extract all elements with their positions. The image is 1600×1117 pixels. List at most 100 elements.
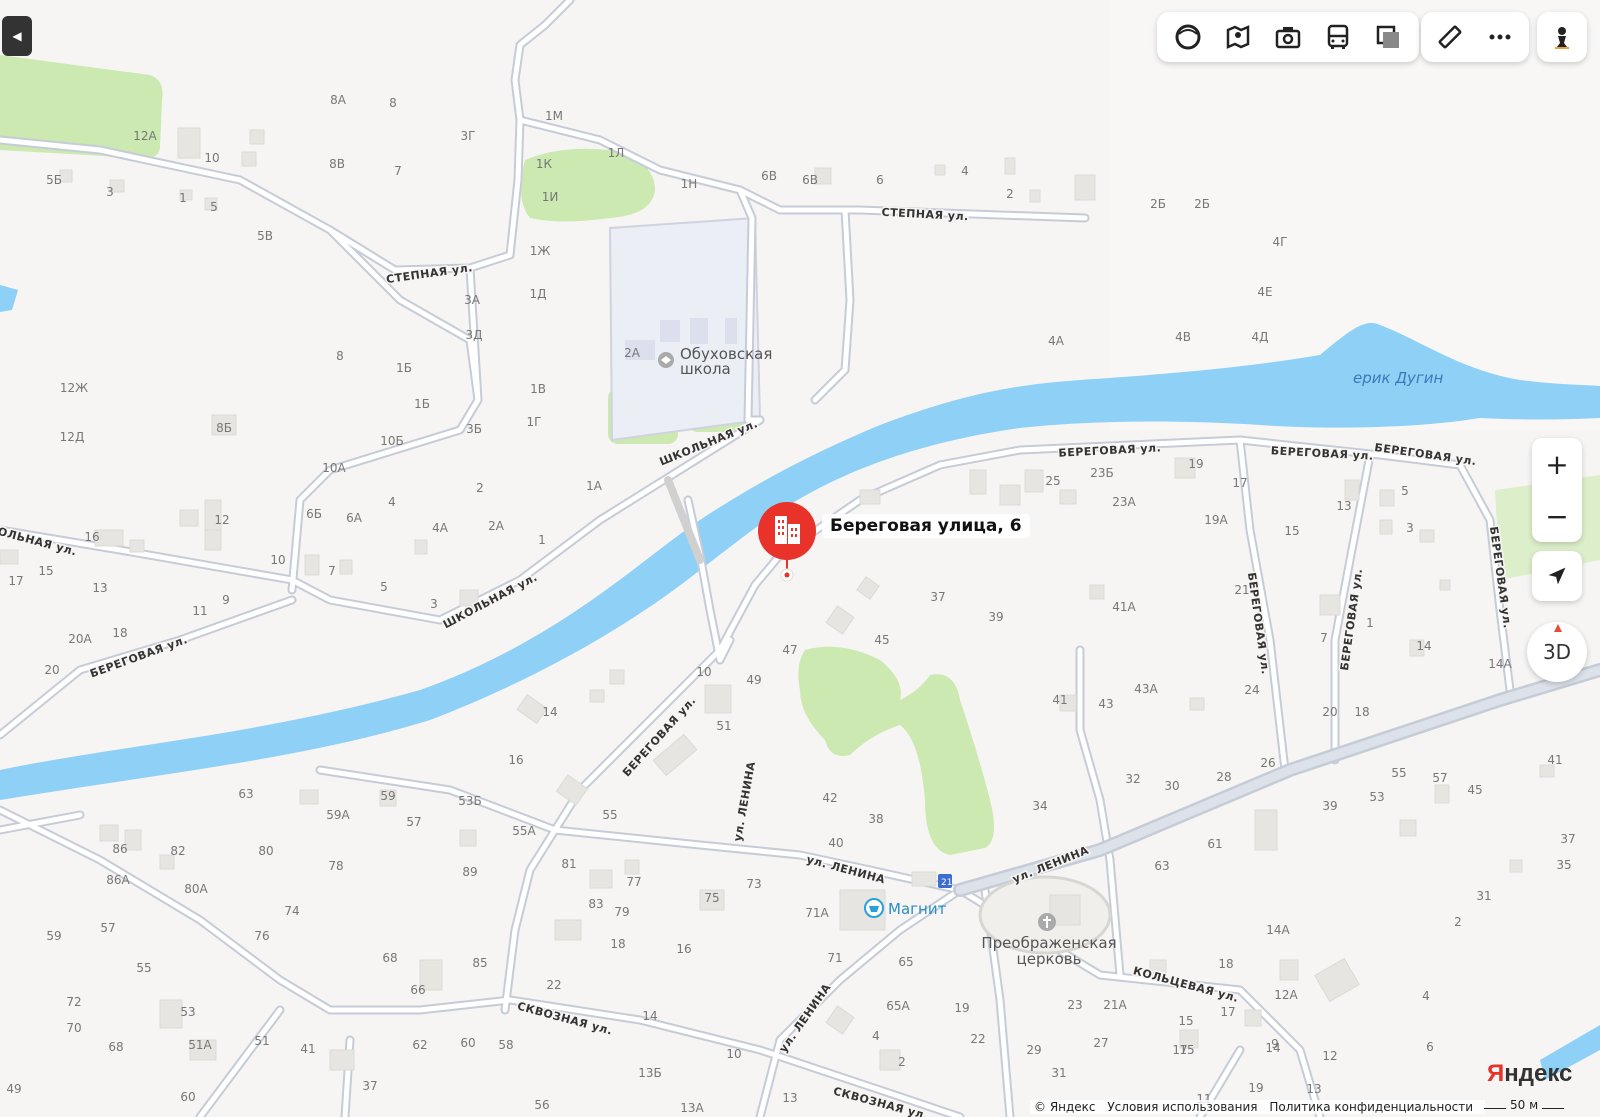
house-number: 39 (1322, 799, 1337, 813)
map-canvas[interactable]: 8А 812А10 8В3Г71М1Л1К1И1Н6В 6В 6422Б 2Б5Б3 155… (0, 0, 1600, 1117)
house-number: 1Б (396, 361, 412, 375)
collapse-panel-button[interactable]: ◀ (2, 16, 32, 56)
poi-school-name-2: школа (680, 360, 731, 378)
house-number: 4Е (1257, 285, 1272, 299)
house-number: 13Б (638, 1066, 662, 1080)
house-number: 4В (1175, 330, 1191, 344)
zoom-controls: + − (1532, 438, 1582, 542)
house-number: 65А (886, 999, 910, 1013)
house-number: 58 (498, 1038, 513, 1052)
house-number: 1К (536, 157, 553, 171)
yandex-logo[interactable]: Яндекс (1487, 1060, 1572, 1088)
house-number: 1 (1366, 616, 1374, 630)
house-number: 10 (726, 1047, 741, 1061)
ruler-icon (1438, 25, 1462, 49)
house-number: 14 (542, 705, 557, 719)
house-number: 1М (545, 109, 563, 123)
panorama-button[interactable] (1213, 12, 1263, 62)
house-number: 1Б (414, 397, 430, 411)
house-number: 13А (680, 1101, 704, 1115)
house-number: 10А (322, 461, 346, 475)
transit-button[interactable] (1313, 12, 1363, 62)
scale-bar: 50 м (1484, 1098, 1565, 1112)
house-number: 74 (284, 904, 299, 918)
house-number: 23А (1112, 495, 1136, 509)
my-location-button[interactable] (1532, 551, 1582, 601)
house-number: 12 (1322, 1049, 1337, 1063)
house-number: 4 (961, 164, 969, 178)
house-number: 62 (412, 1038, 427, 1052)
overlay-button[interactable] (1363, 12, 1413, 62)
house-number: 57 (406, 815, 421, 829)
house-number: 19 (1248, 1081, 1263, 1095)
house-number: 10 (204, 151, 219, 165)
zoom-in-button[interactable]: + (1532, 438, 1582, 490)
more-button[interactable] (1475, 12, 1525, 62)
house-number: 43 (1098, 697, 1113, 711)
house-number: 1Л (608, 146, 625, 160)
3d-toggle-button[interactable]: 3D (1527, 622, 1587, 682)
house-number: 19 (954, 1001, 969, 1015)
house-number: 73 (746, 877, 761, 891)
poi-magnit[interactable]: Магнит (864, 898, 947, 918)
house-number: 39 (988, 610, 1003, 624)
house-number: 71А (805, 906, 829, 920)
house-number: 2 (898, 1055, 906, 1069)
house-number: 7 (1320, 631, 1328, 645)
house-number: 8В (329, 157, 345, 171)
house-number: 80А (184, 882, 208, 896)
house-number: 75 (704, 891, 719, 905)
house-number: 11 (192, 604, 207, 618)
ruler-button[interactable] (1425, 12, 1475, 62)
house-number: 18 (1218, 957, 1233, 971)
bus-stop-icon[interactable]: 21 (938, 874, 952, 888)
transit-icon (1327, 24, 1349, 49)
layers-icon (1175, 24, 1201, 50)
photo-button[interactable] (1263, 12, 1313, 62)
house-number: 1А (586, 479, 603, 493)
house-number: 15 (1178, 1014, 1193, 1028)
profile-button[interactable] (1537, 12, 1587, 62)
house-number: 86А (106, 873, 130, 887)
address-label[interactable]: Береговая улица, 6 (822, 514, 1030, 538)
house-number: 2 (1454, 915, 1462, 929)
house-number: 20А (68, 632, 92, 646)
privacy-link[interactable]: Политика конфиденциальности (1269, 1100, 1473, 1114)
house-number: 41 (300, 1042, 315, 1056)
house-number: 43А (1134, 682, 1158, 696)
house-number: 3Д (465, 328, 482, 342)
house-number: 53Б (458, 794, 482, 808)
zoom-out-button[interactable]: − (1532, 490, 1582, 542)
house-number: 13 (92, 581, 107, 595)
house-number: 49 (6, 1082, 21, 1096)
house-number: 8А (330, 93, 347, 107)
pawn-icon (1555, 27, 1569, 49)
house-number: 5 (380, 580, 388, 594)
house-number: 76 (254, 929, 269, 943)
house-number: 19 (1188, 457, 1203, 471)
house-number: 7 (394, 164, 402, 178)
house-number: 10 (270, 553, 285, 567)
house-number: 13 (782, 1091, 797, 1105)
house-number: 29 (1026, 1043, 1041, 1057)
layers-button[interactable] (1163, 12, 1213, 62)
house-number: 1Ж (530, 244, 551, 258)
house-number: 5Б (46, 173, 62, 187)
poi-magnit-name: Магнит (888, 900, 947, 918)
house-number: 20 (1322, 705, 1337, 719)
terms-link[interactable]: Условия использования (1107, 1100, 1257, 1114)
house-number: 85 (472, 956, 487, 970)
house-number: 1Н (681, 177, 698, 191)
panorama-icon (1226, 25, 1250, 49)
house-number: 66 (410, 983, 425, 997)
house-number: 35 (1556, 858, 1571, 872)
house-number: 2 (476, 481, 484, 495)
house-number: 45 (1467, 783, 1482, 797)
house-number: 12Д (60, 430, 85, 444)
house-number: 6В (761, 169, 777, 183)
house-number: 1 (538, 533, 546, 547)
house-number: 14 (642, 1009, 657, 1023)
house-number: 2А (488, 519, 505, 533)
house-number: 71 (827, 951, 842, 965)
house-number: 18 (1354, 705, 1369, 719)
